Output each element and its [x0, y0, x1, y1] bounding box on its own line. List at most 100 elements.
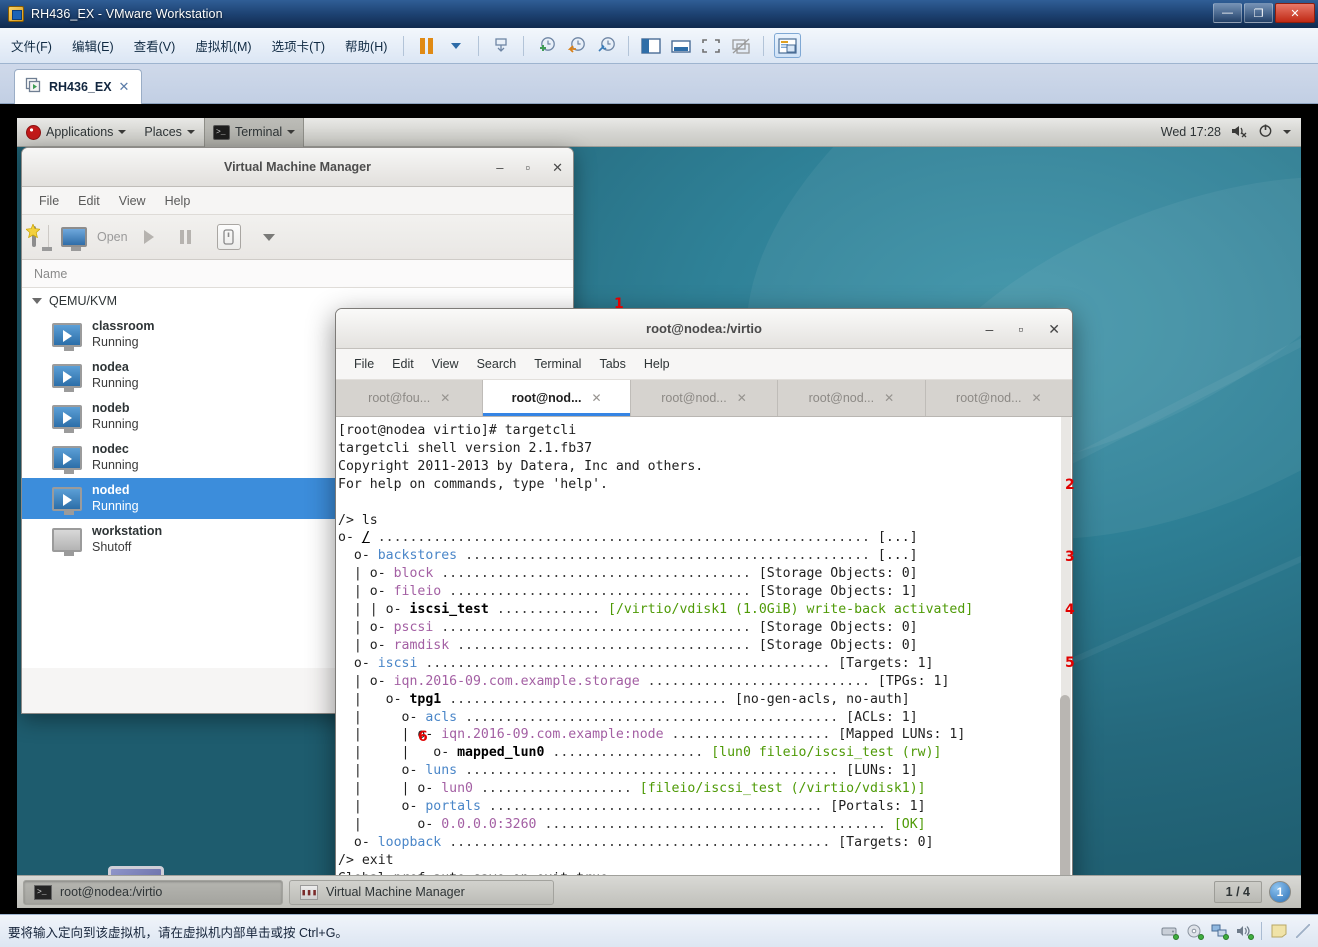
terminal-output-area[interactable]: [root@nodea virtio]# targetcli targetcli… [336, 417, 1072, 908]
terminal-menu-edit[interactable]: Edit [384, 354, 422, 374]
maximize-button[interactable]: ❐ [1244, 3, 1273, 23]
terminal-menu-bar: File Edit View Search Terminal Tabs Help [336, 349, 1072, 380]
toolbar-separator-3 [523, 35, 525, 56]
vm-running-icon [52, 445, 82, 474]
chevron-down-icon [186, 130, 195, 134]
vm-running-icon [52, 322, 82, 351]
terminal-tab-close-icon[interactable]: ✕ [440, 391, 450, 405]
triangle-down-icon[interactable] [32, 298, 42, 304]
volume-muted-icon[interactable] [1231, 124, 1248, 141]
workspace-badge[interactable]: 1 [1269, 881, 1291, 903]
minimize-button[interactable]: — [1213, 3, 1242, 23]
terminal-menu-terminal[interactable]: Terminal [526, 354, 589, 374]
vm-tab-rh436ex[interactable]: RH436_EX ✕ [14, 69, 143, 104]
terminal-menu-tabs[interactable]: Tabs [591, 354, 633, 374]
vm-state: Running [92, 375, 139, 390]
new-vm-icon[interactable] [26, 224, 40, 247]
pause-icon[interactable] [179, 230, 191, 244]
terminal-minimize-button[interactable]: ‒ [986, 321, 994, 337]
terminal-app-menu[interactable]: >_ Terminal [203, 118, 305, 147]
terminal-window[interactable]: root@nodea:/virtio ‒ ▫ ✕ File Edit View … [335, 308, 1073, 908]
terminal-menu-help[interactable]: Help [636, 354, 678, 374]
pause-icon[interactable] [414, 35, 438, 57]
vmm-close-button[interactable]: ✕ [552, 160, 563, 176]
menu-file[interactable]: 文件(F) [2, 33, 61, 58]
terminal-tab-0[interactable]: root@fou... ✕ [336, 380, 484, 416]
snapshot-take-icon[interactable] [534, 35, 558, 57]
terminal-tab-label: root@nod... [511, 391, 582, 405]
open-monitor-icon[interactable] [61, 227, 87, 251]
cdrom-icon[interactable] [1186, 924, 1204, 940]
terminal-tab-close-icon[interactable]: ✕ [884, 391, 894, 405]
chevron-down-icon[interactable] [1283, 130, 1291, 134]
show-thumbnail-icon[interactable] [669, 35, 693, 57]
terminal-tab-close-icon[interactable]: ✕ [591, 391, 601, 405]
vm-state: Running [92, 498, 139, 513]
snapshot-revert-icon[interactable] [564, 35, 588, 57]
clock[interactable]: Wed 17:28 [1161, 125, 1221, 139]
vm-state: Shutoff [92, 539, 132, 554]
sound-icon[interactable] [1236, 924, 1254, 940]
terminal-title: root@nodea:/virtio [646, 321, 762, 336]
terminal-tab-1[interactable]: root@nod... ✕ [483, 380, 631, 416]
vmm-menu-view[interactable]: View [111, 191, 154, 211]
terminal-menu-file[interactable]: File [346, 354, 382, 374]
terminal-tab-close-icon[interactable]: ✕ [1032, 391, 1042, 405]
shutdown-icon[interactable] [216, 224, 241, 250]
show-sidebar-icon[interactable] [639, 35, 663, 57]
vmm-menu-file[interactable]: File [31, 191, 67, 211]
vm-name: classroom [92, 318, 155, 333]
menu-edit[interactable]: 编辑(E) [63, 33, 123, 58]
resize-grip-icon[interactable] [1296, 924, 1310, 938]
terminal-line-exit-cmd: /> exit [338, 852, 394, 868]
workspace-pager[interactable]: 1 / 4 [1213, 881, 1262, 903]
vmm-toolbar: Open [22, 215, 573, 260]
menu-help[interactable]: 帮助(H) [336, 33, 396, 58]
gnome-desktop[interactable]: Applications Places >_ Terminal Wed 17:2… [17, 118, 1301, 908]
menu-view[interactable]: 查看(V) [125, 33, 185, 58]
terminal-maximize-button[interactable]: ▫ [1018, 321, 1023, 337]
unity-icon[interactable] [729, 35, 753, 57]
terminal-tree-line-pscsi: | o- pscsi .............................… [338, 619, 918, 635]
terminal-menu-view[interactable]: View [424, 354, 467, 374]
console-view-icon[interactable] [774, 33, 802, 58]
terminal-tab-label: root@nod... [956, 391, 1022, 405]
snapshot-manager-icon[interactable] [594, 35, 618, 57]
chevron-down-icon[interactable] [262, 233, 275, 241]
vmm-minimize-button[interactable]: ‒ [496, 160, 503, 175]
taskbar-item-vmm[interactable]: ▮▮▮ Virtual Machine Manager [289, 879, 554, 905]
taskbar-item-terminal[interactable]: >_ root@nodea:/virtio [23, 879, 283, 905]
power-icon[interactable] [1258, 123, 1273, 141]
terminal-tab-4[interactable]: root@nod... ✕ [926, 380, 1072, 416]
terminal-close-button[interactable]: ✕ [1048, 321, 1060, 338]
fullscreen-icon[interactable] [699, 35, 723, 57]
vmware-status-text: 要将输入定向到该虚拟机，请在虚拟机内部单击或按 Ctrl+G。 [8, 925, 348, 940]
terminal-tab-2[interactable]: root@nod... ✕ [631, 380, 779, 416]
menu-tabs[interactable]: 选项卡(T) [263, 33, 334, 58]
vmm-menu-help[interactable]: Help [157, 191, 199, 211]
run-play-icon[interactable] [143, 230, 154, 244]
menu-vm[interactable]: 虚拟机(M) [186, 33, 260, 58]
toolbar-separator-5 [763, 35, 765, 56]
chevron-down-icon[interactable] [444, 35, 468, 57]
open-button-label[interactable]: Open [97, 230, 128, 244]
applications-menu[interactable]: Applications [17, 118, 135, 147]
places-menu[interactable]: Places [135, 118, 204, 147]
harddisk-icon[interactable] [1161, 924, 1179, 940]
terminal-tab-3[interactable]: root@nod... ✕ [778, 380, 926, 416]
terminal-tree-line-backstores: o- backstores ..........................… [338, 548, 918, 564]
vmware-title: RH436_EX - VMware Workstation [31, 7, 223, 21]
terminal-menu-search[interactable]: Search [469, 354, 525, 374]
vmm-menu-edit[interactable]: Edit [70, 191, 108, 211]
send-to-icon[interactable] [489, 35, 513, 57]
terminal-tree-line-portal-addr: | o- 0.0.0.0:3260 ......................… [338, 816, 926, 832]
terminal-tree-line-lun0: | | o- lun0 ................... [fileio/… [338, 781, 926, 797]
close-button[interactable]: ✕ [1275, 3, 1315, 23]
vmware-window-controls: — ❐ ✕ [1213, 3, 1315, 23]
vmm-maximize-button[interactable]: ▫ [525, 160, 530, 175]
terminal-tree-line-iscsi: o- iscsi ...............................… [338, 655, 934, 671]
terminal-tab-close-icon[interactable]: ✕ [737, 391, 747, 405]
network-icon[interactable] [1211, 924, 1229, 940]
vm-tab-close-icon[interactable]: ✕ [119, 79, 130, 95]
note-icon[interactable] [1271, 924, 1287, 938]
